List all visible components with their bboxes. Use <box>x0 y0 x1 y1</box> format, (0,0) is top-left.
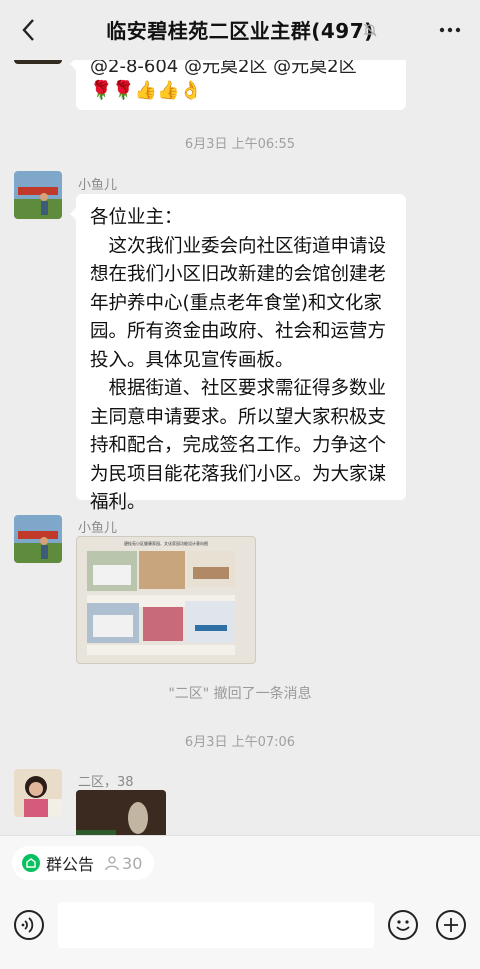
more-options-icon[interactable] <box>438 18 462 48</box>
header-bar: 临安碧桂苑二区业主群(497) <box>0 0 480 60</box>
image-message[interactable]: 碧桂苑小区健康家园、文化家园功能设计意向图 <box>76 536 256 664</box>
photo-thumbnail <box>76 790 166 835</box>
people-icon <box>104 855 120 871</box>
avatar-photo <box>14 171 62 219</box>
avatar[interactable] <box>14 171 62 219</box>
message-input[interactable] <box>58 902 374 948</box>
mute-bell-icon <box>362 22 378 38</box>
group-notice-button[interactable]: 群公告 30 <box>12 846 155 880</box>
voice-icon[interactable] <box>14 910 44 940</box>
sender-name: 二区，38 <box>78 775 134 790</box>
message-bubble[interactable]: 各位业主： 这次我们业委会向社区街道申请设想在我们小区旧改新建的会馆创建老年护养… <box>70 194 406 513</box>
emoji-icon[interactable] <box>388 910 418 940</box>
notice-label: 群公告 <box>46 855 95 874</box>
avatar-photo <box>14 769 62 817</box>
notice-count: 30 <box>122 853 143 873</box>
avatar-photo <box>14 515 62 563</box>
sender-name: 小鱼儿 <box>78 521 118 536</box>
emoji-row: 🌹🌹👍👍👌 <box>90 80 203 101</box>
poster-image <box>87 551 235 655</box>
timestamp: 6月3日 上午07:06 <box>184 735 296 750</box>
plus-icon[interactable] <box>436 910 466 940</box>
sender-name: 小鱼儿 <box>78 178 118 193</box>
notice-icon <box>22 854 40 872</box>
avatar[interactable] <box>14 769 62 817</box>
image-message[interactable] <box>76 790 166 835</box>
avatar[interactable] <box>14 515 62 563</box>
timestamp: 6月3日 上午06:55 <box>184 137 296 152</box>
chat-area[interactable]: @2-8-604 @元莫2区 @元莫2区 🌹🌹👍👍👌 6月3日 上午06:55 … <box>0 0 480 835</box>
message-text: 各位业主： 这次我们业委会向社区街道申请设想在我们小区旧改新建的会馆创建老年护养… <box>90 207 387 513</box>
recall-notice: "二区" 撤回了一条消息 <box>168 686 312 702</box>
chat-title: 临安碧桂苑二区业主群(497) <box>106 19 374 43</box>
